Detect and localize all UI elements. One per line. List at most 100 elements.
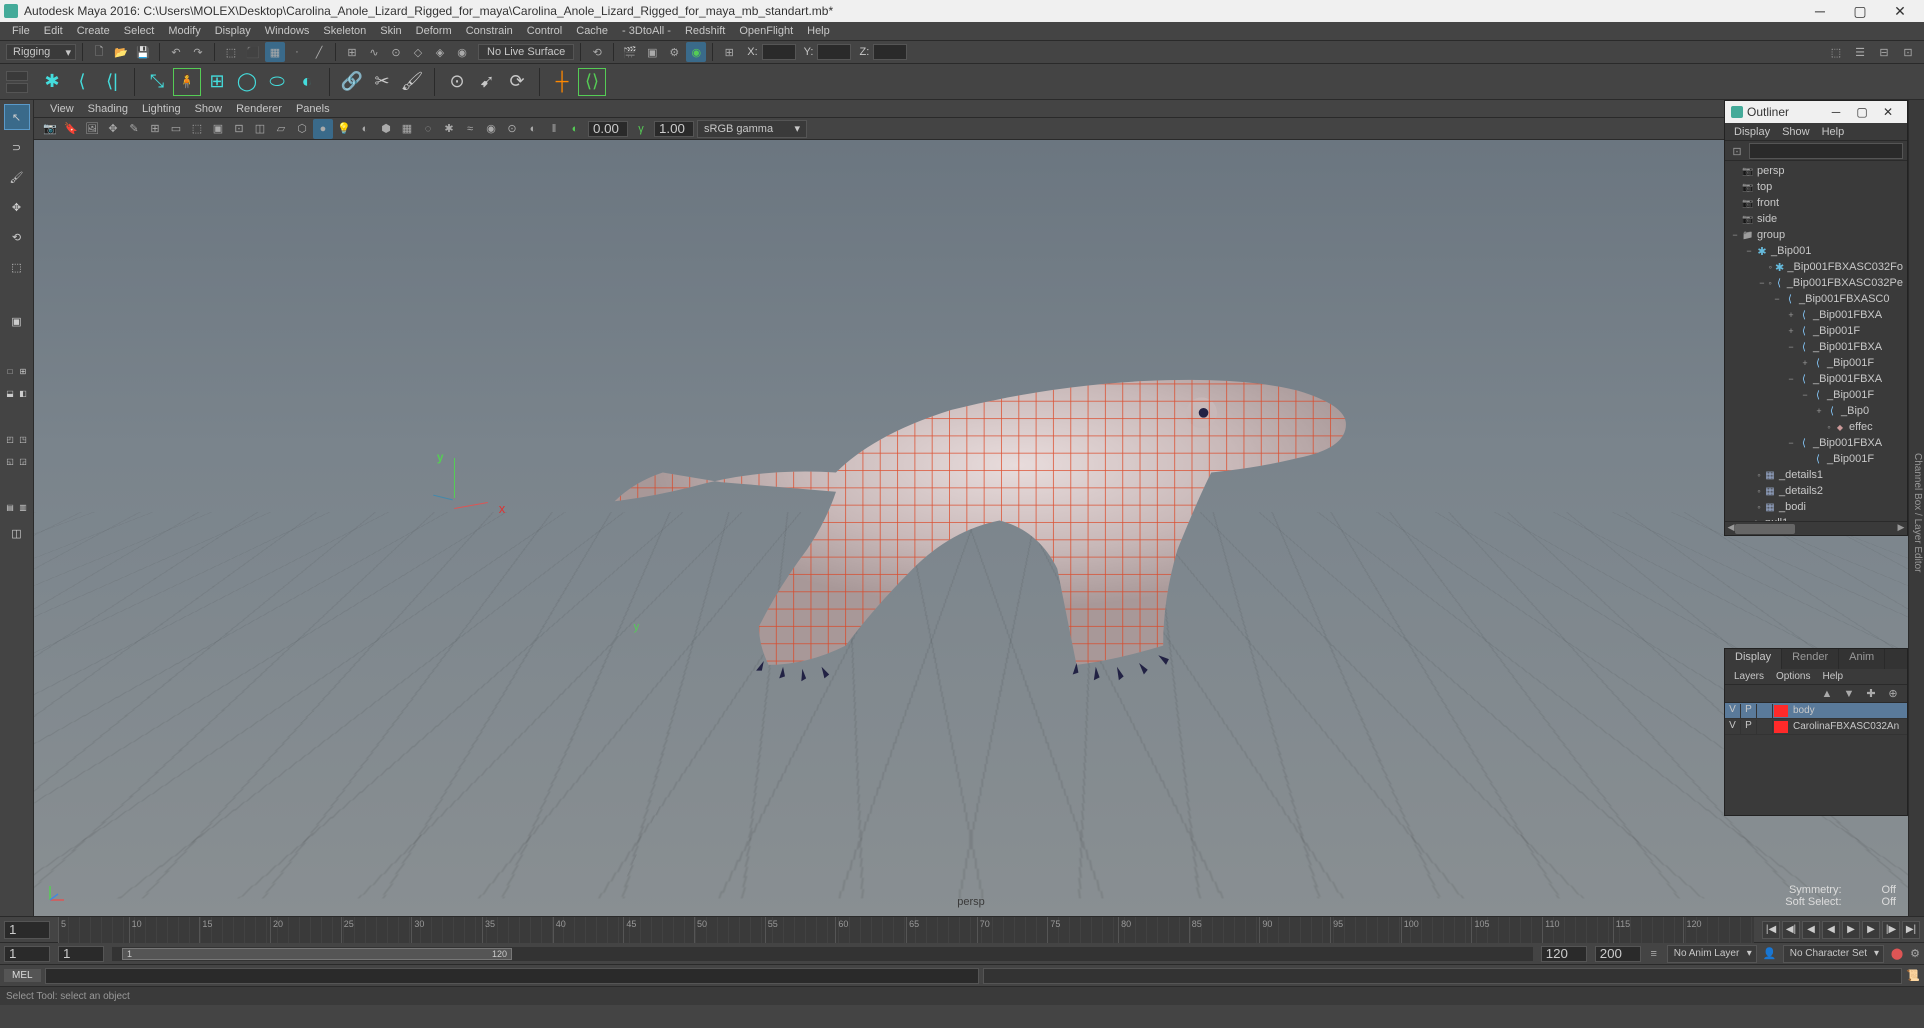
layout-out-r[interactable]: ▥ (17, 498, 30, 516)
parent-constraint-icon[interactable]: ┼ (548, 68, 576, 96)
menu-deform[interactable]: Deform (410, 24, 458, 38)
menu-redshift[interactable]: Redshift (679, 24, 731, 38)
near-clip-input[interactable] (588, 121, 628, 137)
autokey-icon[interactable]: ⬤ (1888, 945, 1906, 963)
viewport-menu-view[interactable]: View (44, 102, 80, 116)
menu-modify[interactable]: Modify (162, 24, 206, 38)
last-tool[interactable]: ▣ (4, 308, 30, 334)
move-tool[interactable]: ✥ (4, 194, 30, 220)
outliner-menu-help[interactable]: Help (1817, 125, 1850, 139)
select-object-icon[interactable]: ⬛ (243, 42, 263, 62)
time-tick[interactable]: 50 (694, 917, 765, 943)
joint-tool-icon[interactable]: ✱ (38, 68, 66, 96)
select-edge-icon[interactable]: ╱ (309, 42, 329, 62)
layout-three-r[interactable]: ◳ (17, 430, 30, 448)
anim-start-input[interactable] (4, 946, 50, 962)
safe-action-icon[interactable]: ◫ (250, 119, 270, 139)
bind-skin-icon[interactable]: 🔗 (338, 68, 366, 96)
shelf-tab-down[interactable] (6, 83, 28, 93)
step-back-button[interactable]: ◀ (1802, 921, 1820, 939)
outliner-menu-show[interactable]: Show (1777, 125, 1815, 139)
outliner-item[interactable]: −_Bip001F (1725, 387, 1907, 403)
new-scene-icon[interactable]: 🗋 (89, 42, 109, 62)
tree-twist-icon[interactable]: − (1785, 342, 1797, 352)
render-view-icon[interactable]: ◉ (686, 42, 706, 62)
panel-layout-icon[interactable]: ⊞ (719, 42, 739, 62)
outliner-item[interactable]: ∘_bodi (1725, 499, 1907, 515)
outliner-item[interactable]: −_Bip001FBXASC0 (1725, 291, 1907, 307)
film-gate-icon[interactable]: ▭ (166, 119, 186, 139)
open-scene-icon[interactable]: 📂 (111, 42, 131, 62)
outliner-item[interactable]: front (1725, 195, 1907, 211)
menu-help[interactable]: Help (801, 24, 836, 38)
lattice-icon[interactable]: ⊞ (203, 68, 231, 96)
far-clip-input[interactable] (654, 121, 694, 137)
time-tick[interactable]: 20 (270, 917, 341, 943)
coord-z-input[interactable] (873, 44, 907, 60)
range-start-input[interactable] (58, 946, 104, 962)
play-forward-button[interactable]: ▶ (1842, 921, 1860, 939)
time-tick[interactable]: 70 (977, 917, 1048, 943)
resolution-gate-icon[interactable]: ⬚ (187, 119, 207, 139)
outliner-maximize-button[interactable]: ▢ (1849, 105, 1875, 119)
layout-two-h[interactable]: ⬓ (4, 384, 17, 402)
gate-mask-icon[interactable]: ▣ (208, 119, 228, 139)
time-tick[interactable]: 30 (411, 917, 482, 943)
new-layer-icon[interactable]: ✚ (1861, 684, 1881, 704)
detach-skin-icon[interactable]: ✂ (368, 68, 396, 96)
character-set-dropdown[interactable]: No Character Set (1783, 945, 1884, 963)
go-end-button[interactable]: ▶| (1902, 921, 1920, 939)
outliner-close-button[interactable]: ✕ (1875, 105, 1901, 119)
outliner-item[interactable]: +_Bip001F (1725, 355, 1907, 371)
time-tick[interactable]: 100 (1401, 917, 1472, 943)
mirror-joint-icon[interactable]: ⟨| (98, 68, 126, 96)
select-hierarchy-icon[interactable]: ⬚ (221, 42, 241, 62)
select-tool[interactable]: ↖ (4, 104, 30, 130)
outliner-item[interactable]: −_Bip001FBXA (1725, 371, 1907, 387)
image-plane-icon[interactable]: 🖼 (82, 119, 102, 139)
motion-blur-icon[interactable]: ≈ (460, 119, 480, 139)
step-forward-key-button[interactable]: |▶ (1882, 921, 1900, 939)
tree-twist-icon[interactable]: − (1771, 294, 1783, 304)
paint-select-tool[interactable]: 🖌 (4, 164, 30, 190)
menu-display[interactable]: Display (209, 24, 257, 38)
no-live-surface-label[interactable]: No Live Surface (478, 44, 574, 60)
rotate-tool[interactable]: ⟲ (4, 224, 30, 250)
textured-icon[interactable]: ▦ (397, 119, 417, 139)
script-lang-label[interactable]: MEL (4, 969, 41, 982)
minimize-button[interactable]: ─ (1800, 0, 1840, 22)
outliner-item[interactable]: −∘_Bip001FBXASC032Pe (1725, 275, 1907, 291)
make-live-icon[interactable]: ◉ (452, 42, 472, 62)
outliner-item[interactable]: persp (1725, 163, 1907, 179)
viewport-menu-panels[interactable]: Panels (290, 102, 336, 116)
menu--dtoall-[interactable]: - 3DtoAll - (616, 24, 677, 38)
outliner-item[interactable]: ∘_Bip001FBXASC032Fo (1725, 259, 1907, 275)
layer-p-toggle[interactable]: P (1741, 720, 1757, 734)
aim-constraint-icon[interactable]: ➹ (473, 68, 501, 96)
layout-two-v[interactable]: ◧ (17, 384, 30, 402)
layout-three-t[interactable]: ◱ (4, 452, 17, 470)
snap-grid-icon[interactable]: ⊞ (342, 42, 362, 62)
hscroll-thumb[interactable] (1735, 524, 1795, 534)
layer-list[interactable]: VPbodyVPCarolinaFBXASC032An (1725, 703, 1907, 815)
layer-v-toggle[interactable]: V (1725, 704, 1741, 718)
gamma-icon[interactable]: γ (631, 119, 651, 139)
coord-x-input[interactable] (762, 44, 796, 60)
time-tick[interactable]: 120 (1683, 917, 1754, 943)
2d-pan-icon[interactable]: ✥ (103, 119, 123, 139)
layer-menu-layers[interactable]: Layers (1729, 671, 1769, 682)
redo-icon[interactable]: ↷ (188, 42, 208, 62)
xray-joints-icon[interactable]: ✱ (439, 119, 459, 139)
range-end-input[interactable] (1541, 946, 1587, 962)
layer-tab-render[interactable]: Render (1782, 649, 1839, 669)
cluster-icon[interactable]: ◯ (233, 68, 261, 96)
tree-twist-icon[interactable]: − (1757, 278, 1767, 288)
outliner-item[interactable]: +_Bip0 (1725, 403, 1907, 419)
step-back-key-button[interactable]: ◀| (1782, 921, 1800, 939)
outliner-expand-all-icon[interactable]: ⊡ (1729, 143, 1745, 159)
grid-toggle-icon[interactable]: ⊞ (145, 119, 165, 139)
layer-menu-options[interactable]: Options (1771, 671, 1815, 682)
attribute-editor-icon[interactable]: ☰ (1850, 42, 1870, 62)
menu-openflight[interactable]: OpenFlight (733, 24, 799, 38)
point-constraint-icon[interactable]: ⊙ (443, 68, 471, 96)
